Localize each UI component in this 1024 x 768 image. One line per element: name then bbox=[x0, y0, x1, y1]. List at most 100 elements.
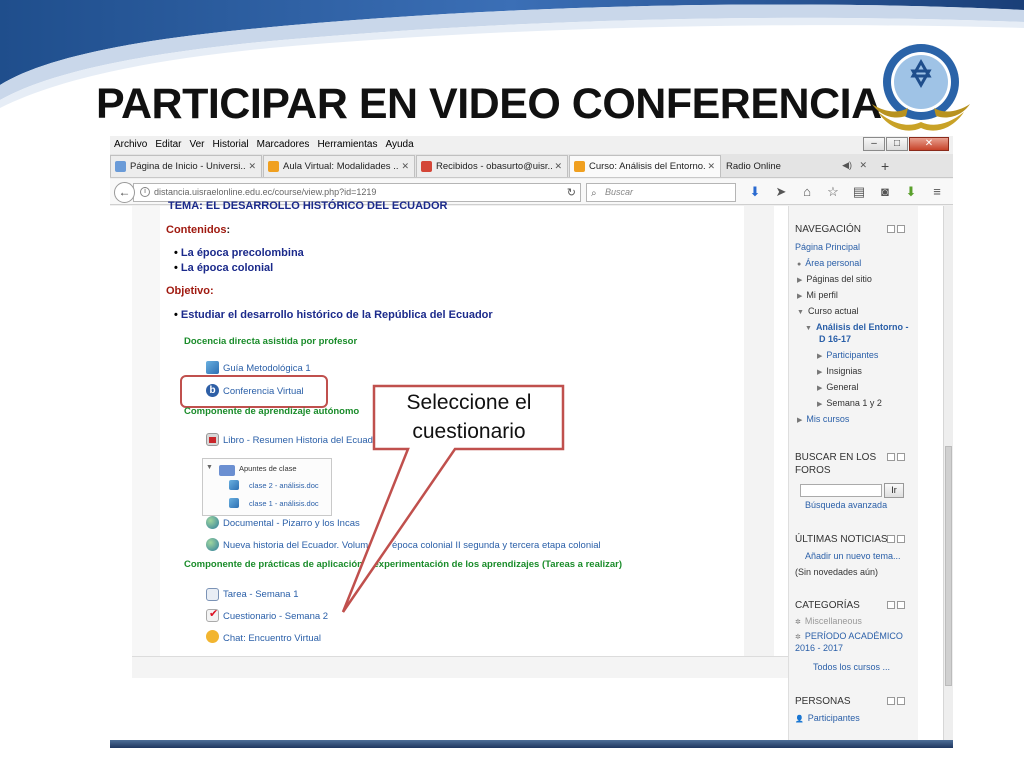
close-tab-icon[interactable]: ✕ bbox=[554, 161, 562, 172]
pdf-icon bbox=[206, 433, 219, 446]
dock-icon[interactable] bbox=[897, 225, 905, 233]
nav-general[interactable]: ▶ General bbox=[817, 382, 858, 392]
busqueda-avanzada-link[interactable]: Búsqueda avanzada bbox=[805, 500, 887, 510]
collapse-triangle-icon: ▼ bbox=[805, 325, 812, 332]
new-tab-icon[interactable]: + bbox=[881, 158, 889, 174]
tab-pagina-inicio[interactable]: Página de Inicio - Universi... ✕ bbox=[110, 155, 262, 177]
collapse-icon[interactable] bbox=[887, 453, 895, 461]
nav-curso-nombre-2[interactable]: D 16-17 bbox=[819, 334, 851, 344]
dock-icon[interactable] bbox=[897, 601, 905, 609]
speaker-icon[interactable]: ◀) bbox=[842, 160, 852, 171]
category-miscellaneous-label: Miscellaneous bbox=[804, 616, 862, 626]
bookmark-star-icon[interactable]: ☆ bbox=[820, 184, 846, 200]
page-footer-area bbox=[132, 656, 792, 678]
vertical-scrollbar[interactable] bbox=[943, 206, 953, 741]
nav-mis-cursos[interactable]: ▶ Mis cursos bbox=[797, 414, 849, 424]
download-icon[interactable]: ⬇ bbox=[742, 184, 768, 200]
category-periodo[interactable]: ✲ PERÍODO ACADÉMICO bbox=[795, 631, 903, 641]
info-icon[interactable]: i bbox=[140, 187, 150, 197]
hamburger-menu-icon[interactable]: ≡ bbox=[924, 184, 950, 200]
home-icon[interactable]: ⌂ bbox=[794, 184, 820, 200]
category-miscellaneous[interactable]: ✲ Miscellaneous bbox=[795, 616, 862, 626]
close-tab-icon[interactable]: ✕ bbox=[401, 161, 409, 172]
menu-archivo[interactable]: Archivo bbox=[114, 139, 147, 150]
reload-icon[interactable]: ↻ bbox=[567, 185, 576, 202]
nav-participantes[interactable]: ▶ Participantes bbox=[817, 350, 878, 360]
nav-insignias[interactable]: ▶ Insignias bbox=[817, 366, 862, 376]
extension-download-icon[interactable]: ⬇ bbox=[898, 184, 924, 200]
tab-favicon-icon bbox=[115, 161, 126, 172]
file-clase1[interactable]: clase 1 - análisis.doc bbox=[249, 499, 319, 508]
block-controls[interactable] bbox=[887, 601, 907, 609]
menu-ver[interactable]: Ver bbox=[189, 139, 204, 150]
tab-recibidos[interactable]: Recibidos - obasurto@uisr... ✕ bbox=[416, 155, 568, 177]
block-title-navegacion: NAVEGACIÓN bbox=[795, 224, 861, 235]
nav-paginas-sitio[interactable]: ▶ Páginas del sitio bbox=[797, 274, 872, 284]
resource-nueva-historia[interactable]: Nueva historia del Ecuador. Volumen 4: é… bbox=[223, 540, 601, 551]
collapse-icon[interactable] bbox=[887, 225, 895, 233]
menu-herramientas[interactable]: Herramientas bbox=[317, 139, 377, 150]
slide-header: PARTICIPAR EN VIDEO CONFERENCIA bbox=[0, 0, 1024, 140]
reading-list-icon[interactable]: ▤ bbox=[846, 184, 872, 200]
nav-mi-perfil[interactable]: ▶ Mi perfil bbox=[797, 290, 838, 300]
personas-participantes[interactable]: 👤 Participantes bbox=[795, 713, 860, 723]
resource-documental[interactable]: Documental - Pizarro y los Incas bbox=[223, 518, 360, 529]
dock-icon[interactable] bbox=[897, 535, 905, 543]
nav-semana[interactable]: ▶ Semana 1 y 2 bbox=[817, 398, 882, 408]
resource-cuestionario[interactable]: Cuestionario - Semana 2 bbox=[223, 611, 328, 622]
back-arrow-icon[interactable]: ← bbox=[114, 182, 135, 203]
collapse-icon[interactable] bbox=[887, 535, 895, 543]
pocket-icon[interactable]: ◙ bbox=[872, 184, 898, 200]
section-autonomo: Componente de aprendizaje autónomo bbox=[184, 406, 360, 417]
close-icon[interactable]: ✕ bbox=[909, 137, 949, 151]
menu-ayuda[interactable]: Ayuda bbox=[385, 139, 413, 150]
window-controls: – □ ✕ bbox=[862, 137, 949, 151]
tab-aula-virtual[interactable]: Aula Virtual: Modalidades ... ✕ bbox=[263, 155, 415, 177]
forum-search-input[interactable] bbox=[800, 484, 882, 497]
maximize-icon[interactable]: □ bbox=[886, 137, 908, 151]
nav-pagina-principal[interactable]: Página Principal bbox=[795, 242, 860, 252]
block-controls[interactable] bbox=[887, 535, 907, 543]
folder-label[interactable]: Apuntes de clase bbox=[239, 464, 297, 473]
menu-editar[interactable]: Editar bbox=[155, 139, 181, 150]
moodle-favicon-icon bbox=[268, 161, 279, 172]
add-topic-link[interactable]: Añadir un nuevo tema... bbox=[805, 551, 901, 561]
block-controls[interactable] bbox=[887, 697, 907, 705]
minimize-icon[interactable]: – bbox=[863, 137, 885, 151]
menu-marcadores[interactable]: Marcadores bbox=[257, 139, 310, 150]
close-tab-icon[interactable]: ✕ bbox=[248, 161, 256, 172]
dock-icon[interactable] bbox=[897, 697, 905, 705]
nav-curso-actual[interactable]: ▼ Curso actual bbox=[797, 306, 858, 316]
collapse-icon[interactable] bbox=[887, 601, 895, 609]
nav-area-personal-label: Área personal bbox=[805, 258, 862, 268]
collapse-icon[interactable] bbox=[887, 697, 895, 705]
resource-tarea[interactable]: Tarea - Semana 1 bbox=[223, 589, 299, 600]
todos-los-cursos-link[interactable]: Todos los cursos ... bbox=[813, 662, 890, 672]
expand-triangle-icon: ▶ bbox=[817, 385, 823, 392]
dock-icon[interactable] bbox=[897, 453, 905, 461]
resource-guia[interactable]: Guía Metodológica 1 bbox=[223, 363, 311, 374]
resource-chat[interactable]: Chat: Encuentro Virtual bbox=[223, 633, 321, 644]
file-clase2[interactable]: clase 2 - análisis.doc bbox=[249, 481, 319, 490]
block-controls[interactable] bbox=[887, 453, 907, 461]
close-tab-icon[interactable]: ✕ bbox=[707, 161, 715, 172]
nav-mi-perfil-label: Mi perfil bbox=[806, 290, 838, 300]
menu-historial[interactable]: Historial bbox=[213, 139, 249, 150]
category-periodo-2[interactable]: 2016 - 2017 bbox=[795, 643, 843, 653]
nav-area-personal[interactable]: ● Área personal bbox=[797, 258, 861, 268]
resource-libro[interactable]: Libro - Resumen Historia del Ecuador bbox=[223, 435, 381, 446]
expand-triangle-icon: ▶ bbox=[797, 417, 803, 424]
close-tab-icon[interactable]: ✕ bbox=[859, 160, 867, 171]
tab-radio-online[interactable]: Radio Online ◀) ✕ bbox=[722, 155, 872, 177]
folder-apuntes: ▼ Apuntes de clase clase 2 - análisis.do… bbox=[202, 458, 332, 516]
objective-item: Estudiar el desarrollo histórico de la R… bbox=[174, 309, 493, 321]
forum-search-button[interactable]: Ir bbox=[884, 483, 904, 498]
tab-curso-analisis[interactable]: Curso: Análisis del Entorno... ✕ bbox=[569, 155, 721, 177]
send-icon[interactable]: ➤ bbox=[768, 184, 794, 200]
search-input[interactable]: ⌕ Buscar bbox=[586, 183, 736, 202]
collapse-triangle-icon[interactable]: ▼ bbox=[206, 464, 213, 471]
nav-curso-nombre[interactable]: ▼ Análisis del Entorno - bbox=[805, 322, 908, 332]
slide-title: PARTICIPAR EN VIDEO CONFERENCIA bbox=[96, 80, 882, 128]
block-controls[interactable] bbox=[887, 225, 907, 233]
scrollbar-thumb[interactable] bbox=[945, 446, 952, 686]
